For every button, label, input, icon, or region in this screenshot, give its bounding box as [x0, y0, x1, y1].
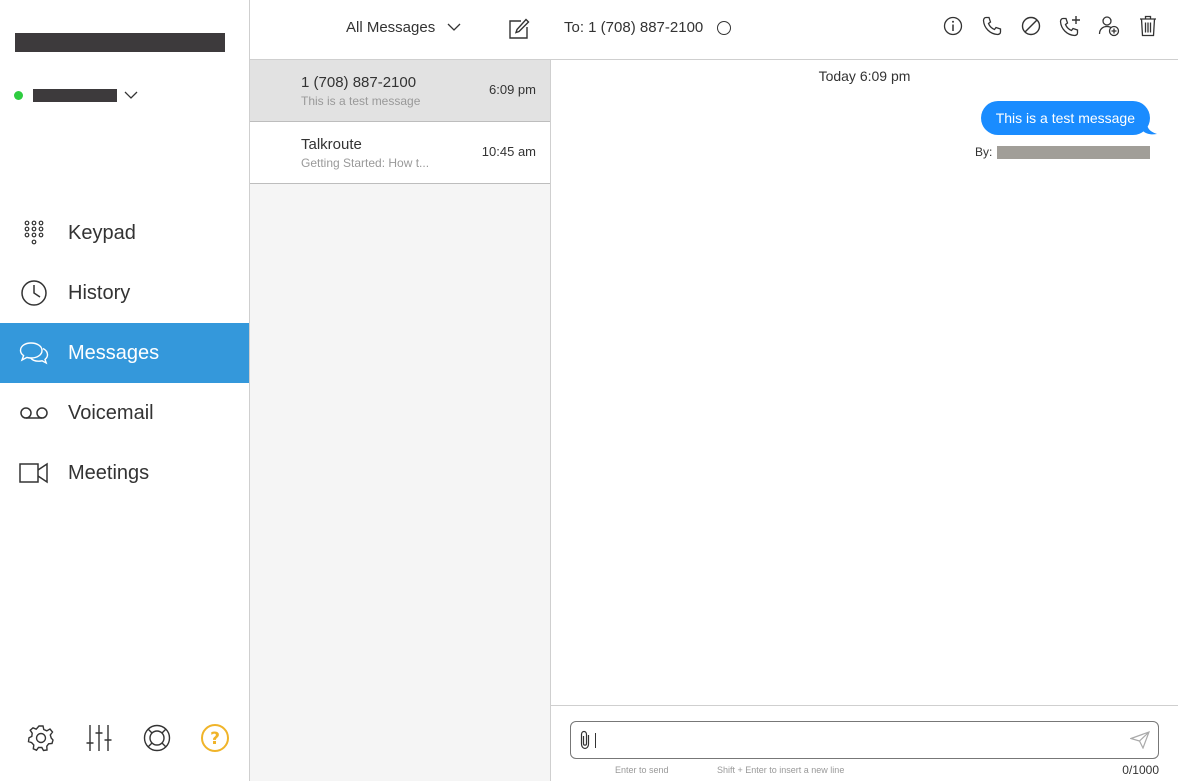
- gear-icon[interactable]: [26, 722, 56, 754]
- status-selector[interactable]: [14, 86, 138, 104]
- sidebar-item-history[interactable]: History: [0, 263, 249, 323]
- paperclip-icon[interactable]: [579, 730, 591, 755]
- sidebar-item-voicemail[interactable]: Voicemail: [0, 383, 249, 443]
- filter-label: All Messages: [346, 19, 436, 36]
- add-call-icon[interactable]: [1059, 14, 1081, 38]
- conversation-name: Talkroute: [301, 136, 362, 153]
- send-hint: Enter to send: [615, 765, 669, 775]
- lifebuoy-icon[interactable]: [142, 722, 172, 754]
- sidebar-nav: Keypad History Messages Voicemail Meetin…: [0, 203, 249, 503]
- help-icon[interactable]: ?: [200, 722, 230, 754]
- newline-hint: Shift + Enter to insert a new line: [717, 765, 845, 775]
- sidebar-item-messages[interactable]: Messages: [0, 323, 249, 383]
- chat-bubbles-icon: [0, 340, 68, 366]
- message-filter-dropdown[interactable]: All Messages: [346, 19, 461, 36]
- chat-pane: Today 6:09 pm This is a test message By:: [551, 60, 1178, 705]
- sidebar-item-label: History: [68, 281, 131, 304]
- chevron-down-icon: [124, 91, 138, 100]
- conversation-actions: [942, 14, 1159, 38]
- text-caret: [595, 733, 596, 748]
- conversation-preview: Getting Started: How t...: [301, 156, 430, 170]
- message-sender: By:: [975, 145, 1151, 159]
- day-timestamp: Today 6:09 pm: [818, 68, 911, 84]
- conversation-item[interactable]: 1 (708) 887-2100 This is a test message …: [250, 60, 550, 122]
- bubble-tail-icon: [1143, 123, 1157, 135]
- voicemail-icon: [0, 406, 68, 420]
- recipient-status-circle-icon: [717, 20, 732, 35]
- sender-label: By:: [975, 145, 993, 159]
- video-camera-icon: [0, 462, 68, 484]
- sidebar-item-label: Meetings: [68, 461, 150, 484]
- redacted-account-name: [15, 33, 225, 52]
- sidebar-item-meetings[interactable]: Meetings: [0, 443, 249, 503]
- conversation-time: 6:09 pm: [489, 82, 536, 97]
- recipient-label: To: 1 (708) 887-2100: [564, 19, 704, 36]
- send-icon[interactable]: [1129, 730, 1151, 754]
- outgoing-message-bubble[interactable]: This is a test message: [980, 101, 1150, 135]
- keypad-icon: [0, 220, 68, 246]
- conversation-list: 1 (708) 887-2100 This is a test message …: [250, 60, 551, 781]
- clock-icon: [0, 279, 68, 307]
- sidebar-bottom-toolbar: ?: [26, 722, 230, 754]
- add-contact-icon[interactable]: [1098, 14, 1120, 38]
- conversation-time: 10:45 am: [481, 144, 536, 159]
- redacted-sender-name: [997, 145, 1151, 159]
- sidebar-item-keypad[interactable]: Keypad: [0, 203, 249, 263]
- sliders-icon[interactable]: [84, 722, 114, 754]
- conversation-item[interactable]: Talkroute Getting Started: How t... 10:4…: [250, 122, 550, 184]
- redacted-status-text: [33, 88, 117, 102]
- app-window: Keypad History Messages Voicemail Meetin…: [0, 0, 1178, 781]
- recipient-line: To: 1 (708) 887-2100: [564, 19, 732, 36]
- top-bar: All Messages To: 1 (708) 887-2100: [250, 0, 1178, 60]
- message-text: This is a test message: [995, 110, 1135, 126]
- trash-icon[interactable]: [1137, 14, 1159, 38]
- message-composer: Enter to send Shift + Enter to insert a …: [551, 705, 1178, 781]
- character-counter: 0/1000: [1122, 763, 1159, 777]
- phone-icon[interactable]: [981, 14, 1003, 38]
- conversation-name: 1 (708) 887-2100: [301, 74, 417, 91]
- sidebar-item-label: Keypad: [68, 221, 136, 244]
- conversation-preview: This is a test message: [301, 94, 421, 108]
- sidebar-item-label: Messages: [68, 341, 160, 364]
- svg-text:?: ?: [210, 729, 220, 749]
- chevron-down-icon: [447, 23, 461, 32]
- message-input[interactable]: [570, 721, 1159, 759]
- sidebar: Keypad History Messages Voicemail Meetin…: [0, 0, 250, 781]
- info-icon[interactable]: [942, 14, 964, 38]
- compose-icon[interactable]: [508, 18, 530, 45]
- block-icon[interactable]: [1020, 14, 1042, 38]
- sidebar-item-label: Voicemail: [68, 401, 154, 424]
- online-status-dot: [14, 90, 23, 100]
